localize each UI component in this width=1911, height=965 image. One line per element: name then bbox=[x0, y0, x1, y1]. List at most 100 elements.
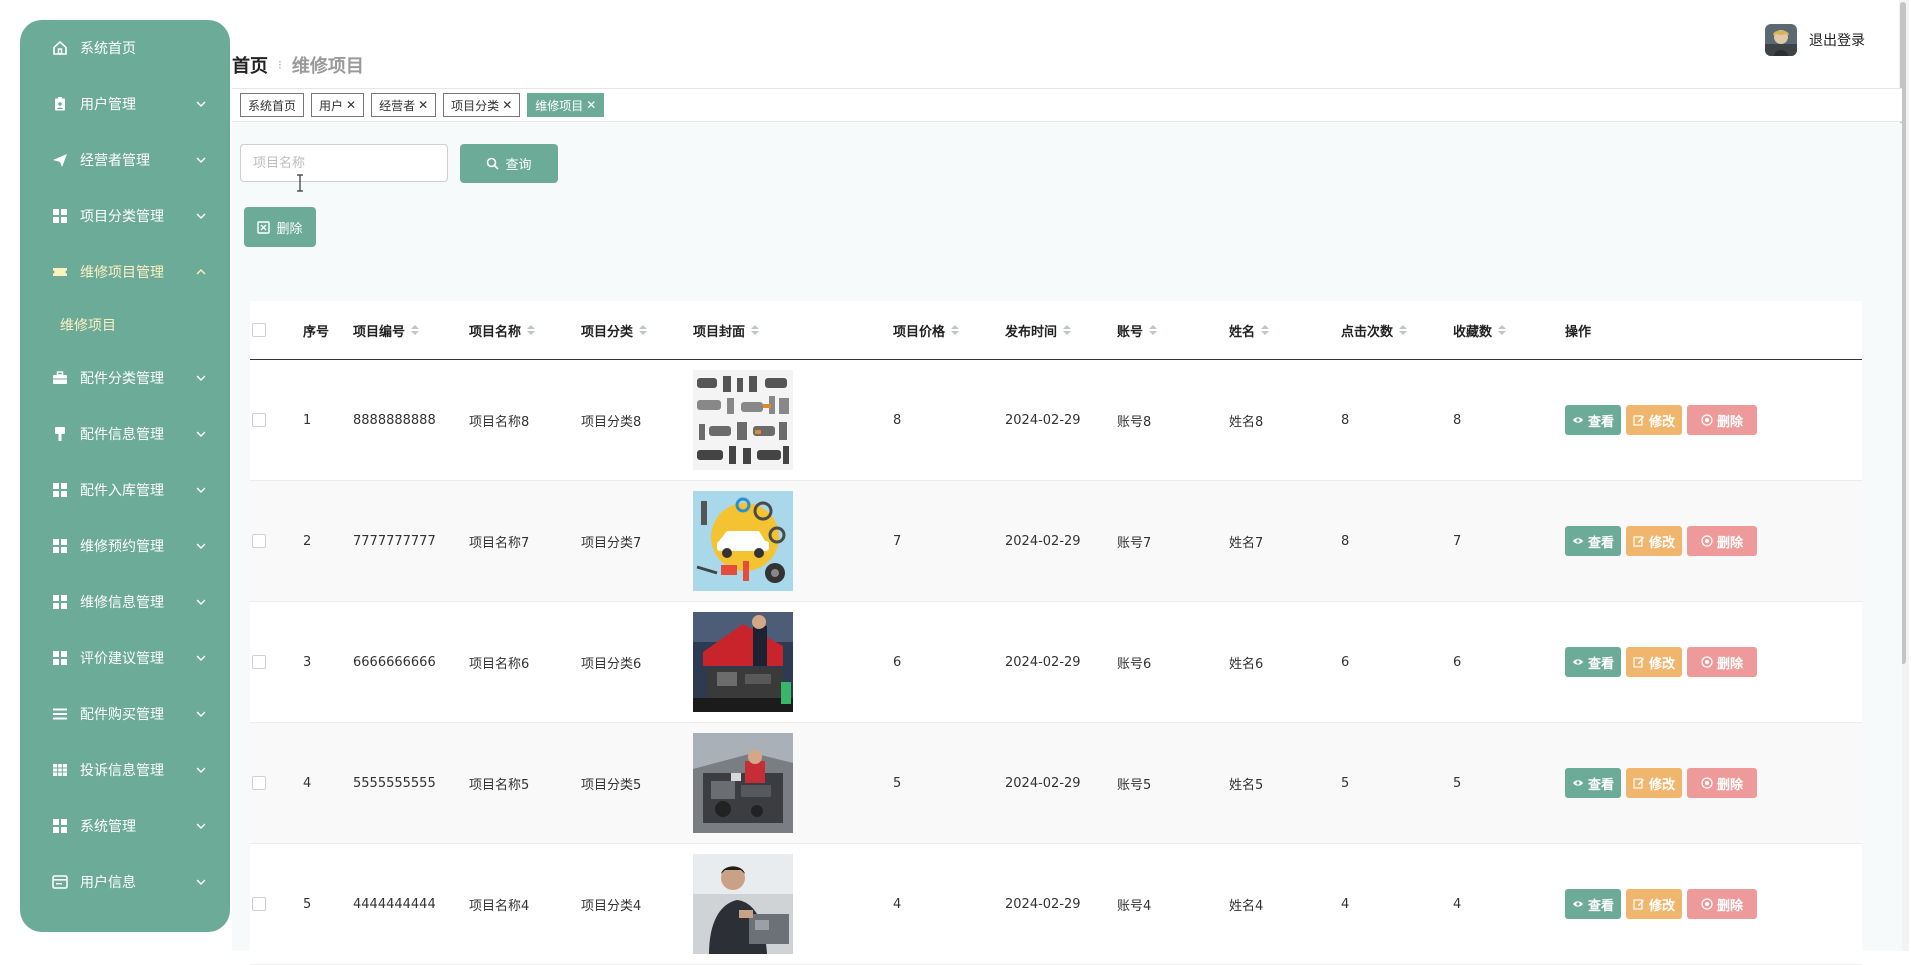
cell-favorites: 7 bbox=[1453, 533, 1462, 549]
delete-button[interactable]: 删除 bbox=[1687, 405, 1757, 435]
delete-button[interactable]: 删除 bbox=[1687, 768, 1757, 798]
sidebar-item-system-management[interactable]: 系统管理 bbox=[20, 798, 230, 854]
delete-button[interactable]: 删除 bbox=[1687, 647, 1757, 677]
row-checkbox[interactable] bbox=[252, 413, 266, 427]
row-checkbox[interactable] bbox=[252, 655, 266, 669]
sidebar-item-project-category-management[interactable]: 项目分类管理 bbox=[20, 188, 230, 244]
sidebar-item-home[interactable]: 系统首页 bbox=[20, 20, 230, 76]
edit-button[interactable]: 修改 bbox=[1626, 768, 1682, 798]
tag-home[interactable]: 系统首页 bbox=[240, 93, 305, 117]
sort-icon[interactable] bbox=[951, 325, 960, 335]
sort-icon[interactable] bbox=[1063, 325, 1072, 335]
table-row: 5 4444444444 项目名称4 项目分类4 4 2024-02-29 账号… bbox=[250, 844, 1862, 965]
column-header-account[interactable]: 账号 bbox=[1117, 301, 1158, 359]
cover-image-red-car-hood[interactable] bbox=[693, 612, 793, 712]
cell-price: 8 bbox=[893, 412, 902, 428]
clipboard-user-icon bbox=[52, 96, 68, 112]
edit-icon bbox=[1633, 535, 1645, 547]
cover-image-engine-bay[interactable] bbox=[693, 733, 793, 833]
row-checkbox[interactable] bbox=[252, 776, 266, 790]
sort-icon[interactable] bbox=[1399, 325, 1408, 335]
edit-button[interactable]: 修改 bbox=[1626, 647, 1682, 677]
row-checkbox[interactable] bbox=[252, 534, 266, 548]
chevron-down-icon bbox=[194, 595, 208, 609]
cell-date: 2024-02-29 bbox=[1005, 654, 1081, 670]
column-header-person[interactable]: 姓名 bbox=[1229, 301, 1270, 359]
tags-bar: 系统首页 用户 ✕ 经营者 ✕ 项目分类 ✕ 维修项目 ✕ bbox=[232, 88, 1902, 122]
view-button[interactable]: 查看 bbox=[1565, 405, 1621, 435]
close-icon[interactable]: ✕ bbox=[346, 98, 356, 112]
close-icon[interactable]: ✕ bbox=[418, 98, 428, 112]
cover-image-car-tools-illustration[interactable] bbox=[693, 491, 793, 591]
edit-button[interactable]: 修改 bbox=[1626, 405, 1682, 435]
tag-operator[interactable]: 经营者 ✕ bbox=[371, 93, 437, 117]
sort-icon[interactable] bbox=[1498, 325, 1507, 335]
sidebar-item-complaint-management[interactable]: 投诉信息管理 bbox=[20, 742, 230, 798]
sidebar-item-review-suggestion-management[interactable]: 评价建议管理 bbox=[20, 630, 230, 686]
grid-icon bbox=[52, 538, 68, 554]
sidebar: 系统首页 用户管理 经营者管理 项目分类管理 维修项目管理 维修项目 配件分类管… bbox=[20, 20, 230, 932]
avatar[interactable] bbox=[1765, 24, 1797, 56]
sidebar-item-label: 配件购买管理 bbox=[80, 707, 164, 723]
tag-project-category[interactable]: 项目分类 ✕ bbox=[443, 93, 521, 117]
main-content: 查询 删除 序号 项目编号 项目名称 项目分类 项目封面 项目价格 发布时间 账… bbox=[232, 123, 1902, 965]
column-header-category[interactable]: 项目分类 bbox=[581, 301, 648, 359]
list-icon bbox=[52, 706, 68, 722]
tag-user[interactable]: 用户 ✕ bbox=[311, 93, 365, 117]
sidebar-item-part-category-management[interactable]: 配件分类管理 bbox=[20, 350, 230, 406]
search-input[interactable] bbox=[240, 144, 448, 182]
sidebar-subitem-repair-project[interactable]: 维修项目 bbox=[20, 300, 230, 350]
sidebar-item-user-info[interactable]: 用户信息 bbox=[20, 854, 230, 910]
delete-button[interactable]: 删除 bbox=[1687, 526, 1757, 556]
sidebar-item-operator-management[interactable]: 经营者管理 bbox=[20, 132, 230, 188]
view-button[interactable]: 查看 bbox=[1565, 768, 1621, 798]
close-icon[interactable]: ✕ bbox=[586, 98, 596, 112]
cell-person: 姓名8 bbox=[1229, 414, 1264, 430]
chevron-down-icon bbox=[194, 763, 208, 777]
breadcrumb-home[interactable]: 首页 bbox=[232, 52, 268, 78]
sort-icon[interactable] bbox=[1261, 325, 1270, 335]
column-header-cover[interactable]: 项目封面 bbox=[693, 301, 760, 359]
chevron-down-icon bbox=[194, 819, 208, 833]
batch-delete-button[interactable]: 删除 bbox=[244, 207, 316, 247]
column-header-date[interactable]: 发布时间 bbox=[1005, 301, 1072, 359]
sidebar-item-part-info-management[interactable]: 配件信息管理 bbox=[20, 406, 230, 462]
query-button[interactable]: 查询 bbox=[460, 144, 558, 183]
sort-icon[interactable] bbox=[639, 325, 648, 335]
sort-icon[interactable] bbox=[527, 325, 536, 335]
tag-label: 经营者 bbox=[379, 98, 416, 113]
sidebar-item-user-management[interactable]: 用户管理 bbox=[20, 76, 230, 132]
logout-button[interactable]: 退出登录 bbox=[1809, 30, 1865, 50]
cover-image-mechanics-collage[interactable] bbox=[693, 370, 793, 470]
column-header-clicks[interactable]: 点击次数 bbox=[1341, 301, 1408, 359]
row-checkbox[interactable] bbox=[252, 897, 266, 911]
sidebar-item-repair-booking-management[interactable]: 维修预约管理 bbox=[20, 518, 230, 574]
column-header-price[interactable]: 项目价格 bbox=[893, 301, 960, 359]
chevron-down-icon bbox=[194, 427, 208, 441]
sidebar-item-repair-project-management[interactable]: 维修项目管理 bbox=[20, 244, 230, 300]
column-header-favorites[interactable]: 收藏数 bbox=[1453, 301, 1507, 359]
grid-icon bbox=[52, 818, 68, 834]
chevron-down-icon bbox=[194, 539, 208, 553]
edit-button[interactable]: 修改 bbox=[1626, 889, 1682, 919]
select-all-checkbox[interactable] bbox=[252, 323, 266, 337]
sidebar-item-repair-info-management[interactable]: 维修信息管理 bbox=[20, 574, 230, 630]
sort-icon[interactable] bbox=[751, 325, 760, 335]
sort-icon[interactable] bbox=[1149, 325, 1158, 335]
view-button[interactable]: 查看 bbox=[1565, 889, 1621, 919]
delete-button[interactable]: 删除 bbox=[1687, 889, 1757, 919]
cell-category: 项目分类8 bbox=[581, 414, 642, 430]
cell-favorites: 5 bbox=[1453, 775, 1462, 791]
view-button[interactable]: 查看 bbox=[1565, 526, 1621, 556]
tag-repair-project[interactable]: 维修项目 ✕ bbox=[527, 93, 605, 117]
sort-icon[interactable] bbox=[411, 325, 420, 335]
sidebar-item-part-purchase-management[interactable]: 配件购买管理 bbox=[20, 686, 230, 742]
view-button[interactable]: 查看 bbox=[1565, 647, 1621, 677]
cell-clicks: 5 bbox=[1341, 775, 1350, 791]
sidebar-item-part-stock-in-management[interactable]: 配件入库管理 bbox=[20, 462, 230, 518]
close-icon[interactable]: ✕ bbox=[502, 98, 512, 112]
column-header-name[interactable]: 项目名称 bbox=[469, 301, 536, 359]
column-header-code[interactable]: 项目编号 bbox=[353, 301, 420, 359]
cover-image-mechanic-working[interactable] bbox=[693, 854, 793, 954]
edit-button[interactable]: 修改 bbox=[1626, 526, 1682, 556]
